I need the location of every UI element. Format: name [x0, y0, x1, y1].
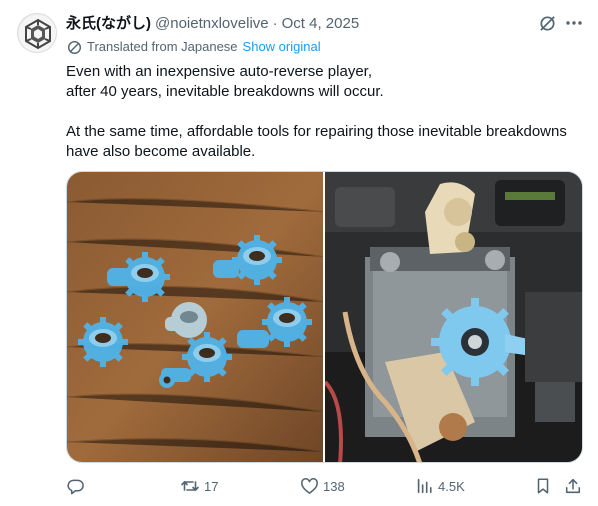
tweet-text-line: At the same time, affordable tools for r… [66, 123, 567, 140]
bookmark-button[interactable] [533, 474, 553, 498]
media-grid [66, 171, 583, 463]
separator-dot: · [272, 15, 278, 32]
mechanism-photo-image [325, 172, 582, 462]
retweet-icon [180, 476, 200, 496]
show-original-link[interactable]: Show original [243, 38, 321, 56]
display-name[interactable]: 永氏(ながし) [66, 14, 151, 34]
bookmark-icon [533, 476, 553, 496]
photo-mechanism[interactable] [325, 172, 582, 462]
tweet-text-line: have also become available. [66, 143, 256, 160]
views-button[interactable]: 4.5K [414, 474, 465, 498]
photo-gears[interactable] [67, 172, 325, 462]
reply-icon [65, 476, 85, 496]
retweet-button[interactable]: 17 [180, 474, 218, 498]
share-button[interactable] [563, 474, 583, 498]
retweet-count: 17 [204, 478, 219, 494]
grok-button[interactable] [537, 13, 557, 33]
post-date[interactable]: Oct 4, 2025 [282, 14, 360, 34]
tweet-text-line: after 40 years, inevitable breakdowns wi… [66, 83, 384, 100]
more-icon [566, 21, 582, 25]
avatar[interactable] [17, 13, 57, 53]
gears-photo-image [67, 172, 323, 462]
reply-button[interactable] [65, 474, 85, 498]
user-handle[interactable]: @noietnxlovelive [155, 14, 269, 34]
tweet-text-line: Even with an inexpensive auto-reverse pl… [66, 63, 373, 80]
tweet-text: Even with an inexpensive auto-reverse pl… [66, 62, 586, 162]
share-icon [563, 476, 583, 496]
like-button[interactable]: 138 [299, 474, 345, 498]
geometric-logo-icon [19, 15, 56, 52]
more-button[interactable] [564, 13, 584, 33]
translated-label: Translated from Japanese [87, 39, 238, 54]
tweet-card: 永氏(ながし) @noietnxlovelive · Oct 4, 2025 T… [0, 0, 598, 506]
action-bar: 17 138 4.5K [0, 474, 598, 500]
like-count: 138 [323, 478, 345, 494]
tweet-header: 永氏(ながし) @noietnxlovelive · Oct 4, 2025 [66, 14, 359, 34]
views-icon [414, 476, 434, 496]
grok-icon [539, 15, 555, 31]
translate-icon [66, 39, 82, 55]
translation-notice: Translated from Japanese Show original [66, 38, 321, 56]
heart-icon [299, 476, 319, 496]
views-count: 4.5K [438, 478, 465, 494]
